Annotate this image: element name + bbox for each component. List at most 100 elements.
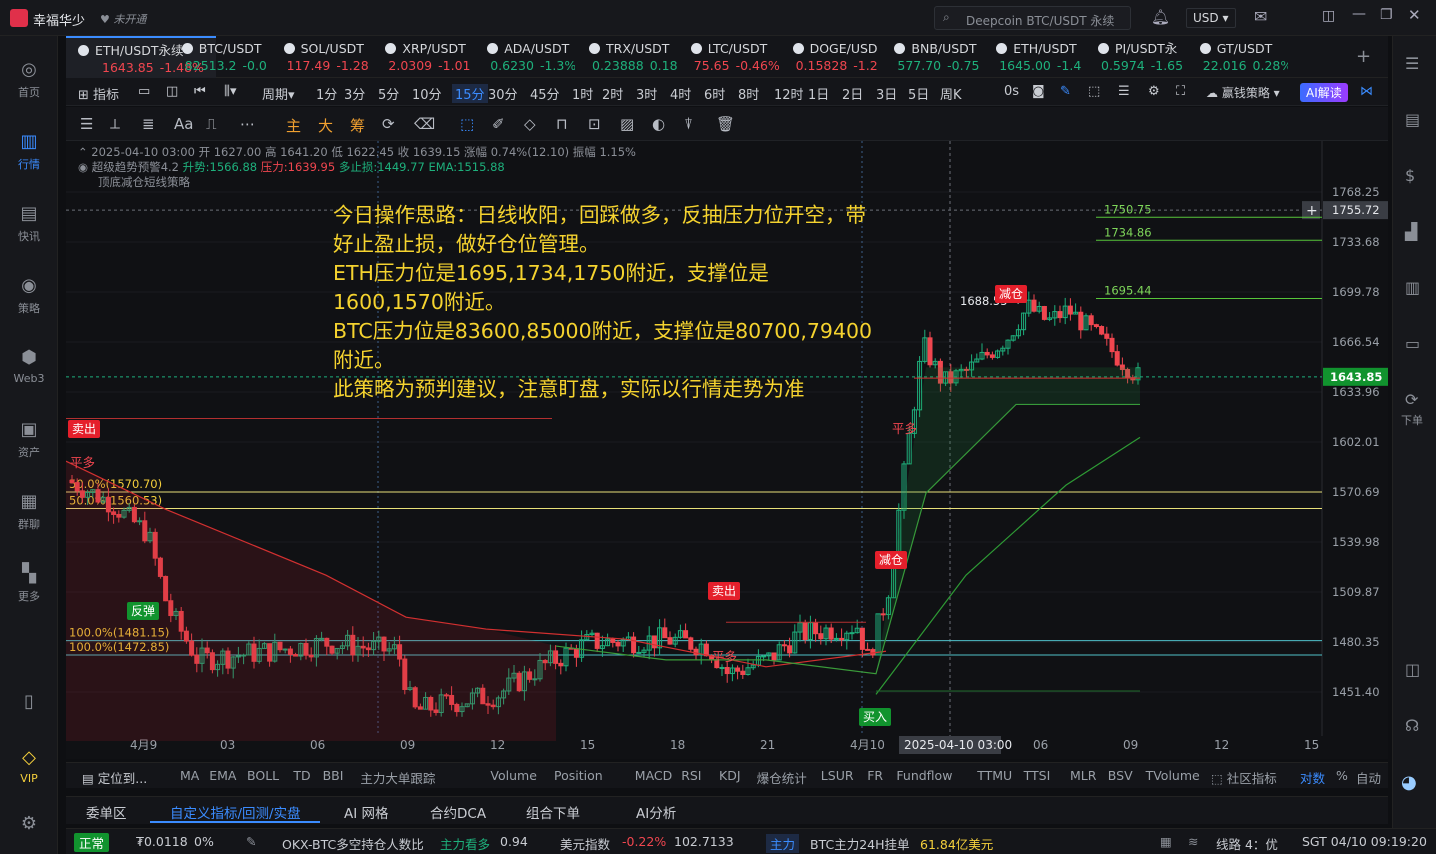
sidebar-item-strategy[interactable]: ◉ 策略 [0, 276, 58, 316]
indicator-14[interactable]: Fundflow [896, 768, 952, 783]
indicator-5[interactable]: 主力大单跟踪 [360, 768, 435, 787]
percent-toggle[interactable]: % [1336, 768, 1348, 783]
add-tab-icon[interactable]: + [1356, 46, 1371, 67]
pencil-icon[interactable]: ✎ [1060, 84, 1071, 99]
indicator-8[interactable]: MACD [635, 768, 672, 783]
indicator-6[interactable]: Volume [490, 768, 537, 783]
chips-button[interactable]: 筹 [350, 115, 365, 136]
indicator-12[interactable]: LSUR [821, 768, 854, 783]
cycle-icon[interactable]: ⟳ [382, 115, 395, 133]
tab-bnbusdt[interactable]: BNB/USDT 577.70 -0.75 [882, 36, 982, 78]
filter-icon[interactable]: ⍒ [684, 115, 693, 133]
template-icon[interactable]: ▨ [620, 115, 634, 133]
tab-adausdt[interactable]: ADA/USDT 0.6230 -1.3% [475, 36, 575, 78]
interval-5[interactable]: 30分 [488, 84, 518, 103]
list-icon[interactable]: ☰ [1405, 54, 1419, 73]
hide-icon[interactable]: ◐ [652, 115, 665, 133]
community-indicator[interactable]: ⬚ 社区指标 [1211, 768, 1277, 787]
list-icon[interactable]: ☰ [1118, 84, 1130, 99]
interval-8[interactable]: 2时 [602, 84, 623, 103]
tab-trxusdt[interactable]: TRX/USDT 0.23888 0.18 [577, 36, 677, 78]
tab-ethusdt[interactable]: ETH/USDT 1645.00 -1.4 [984, 36, 1084, 78]
order-label[interactable]: 下单 [1401, 412, 1423, 428]
order-icon[interactable]: ⟳ [1405, 390, 1418, 409]
eye-icon[interactable]: ◉ [78, 160, 92, 174]
magnet-icon[interactable]: ⊓ [556, 115, 568, 133]
brush-icon[interactable]: ✐ [492, 115, 505, 133]
big-order-button[interactable]: 大 [318, 115, 333, 136]
lock-icon[interactable]: ⊡ [588, 115, 601, 133]
main-force-button[interactable]: 主 [286, 115, 301, 136]
assistant-icon[interactable]: ◕ [1401, 772, 1417, 793]
indicator-0[interactable]: MA [180, 768, 199, 783]
interval-13[interactable]: 12时 [774, 84, 804, 103]
candle-type-icon[interactable]: ⫼▾ [224, 84, 237, 99]
bell-icon[interactable]: 🔔︎ [1151, 8, 1170, 26]
search-input[interactable]: Deepcoin BTC/USDT 永续 [966, 12, 1114, 29]
camera-icon[interactable]: ◙ [1032, 84, 1045, 99]
interval-2[interactable]: 5分 [378, 84, 399, 103]
interval-3[interactable]: 10分 [412, 84, 442, 103]
interval-12[interactable]: 8时 [738, 84, 759, 103]
sidebar-settings[interactable]: ⚙ [0, 814, 58, 838]
indicator-9[interactable]: RSI [681, 768, 701, 783]
compare-icon[interactable]: ◫ [166, 84, 178, 99]
edit-icon[interactable]: ✎ [246, 834, 256, 849]
ruler-tool-icon[interactable]: ⎍ [206, 115, 217, 133]
indicator-10[interactable]: KDJ [719, 768, 741, 783]
bottom-tab-0[interactable]: 委单区 [86, 802, 127, 822]
trash-icon[interactable]: 🗑︎ [716, 115, 735, 133]
interval-16[interactable]: 3日 [876, 84, 897, 103]
tab-solusdt[interactable]: SOL/USDT 117.49 -1.28 [272, 36, 372, 78]
mail-icon[interactable]: ✉ [1254, 7, 1267, 26]
avatar[interactable] [10, 9, 28, 27]
bottom-tab-1[interactable]: 自定义指标/回测/实盘 [170, 802, 301, 822]
share-icon[interactable]: ⋈ [1360, 84, 1373, 99]
tab-xrpusdt[interactable]: XRP/USDT 2.0309 -1.01 [373, 36, 473, 78]
sidebar-item-assets[interactable]: ▣ 资产 [0, 420, 58, 460]
minimize-icon[interactable]: — [1352, 6, 1366, 22]
link-icon[interactable]: ⬚ [1088, 84, 1100, 99]
fullscreen-icon[interactable]: ⛶ [1176, 84, 1185, 99]
interval-9[interactable]: 3时 [636, 84, 657, 103]
indicator-16[interactable]: TTSI [1024, 768, 1051, 783]
indicator-3[interactable]: TD [293, 768, 310, 783]
sidebar-item-web3[interactable]: ⬢ Web3 [0, 348, 58, 386]
indicator-7[interactable]: Position [554, 768, 603, 783]
tab-btcusdt[interactable]: BTC/USDT 82513.2 -0.0 [170, 36, 270, 78]
select-icon[interactable]: ⬚ [460, 115, 474, 133]
tab-ltcusdt[interactable]: LTC/USDT 75.65 -0.46% [679, 36, 779, 78]
sidebar-item-news[interactable]: ▤ 快讯 [0, 204, 58, 244]
sidebar-item-more[interactable]: ▚ 更多 [0, 564, 58, 604]
interval-17[interactable]: 5日 [908, 84, 929, 103]
etf-icon[interactable]: ▭ [1405, 334, 1420, 353]
fib-tool-icon[interactable]: ≣ [142, 115, 155, 133]
layout-icon[interactable]: ◫ [1322, 8, 1335, 24]
sidebar-item-vip[interactable]: ◇ VIP [0, 748, 58, 786]
interval-0[interactable]: 1分 [316, 84, 337, 103]
gear-icon[interactable]: ⚙ [1148, 84, 1160, 99]
interval-10[interactable]: 4时 [670, 84, 691, 103]
text-tool-icon[interactable]: Aa [174, 115, 193, 133]
auto-toggle[interactable]: 自动 [1356, 768, 1381, 787]
menu-icon[interactable]: ☰ [80, 115, 93, 133]
interval-11[interactable]: 6时 [704, 84, 725, 103]
interval-14[interactable]: 1日 [808, 84, 829, 103]
earn-strategy-button[interactable]: ☁ 赢钱策略 ▾ [1206, 84, 1280, 101]
eraser-icon[interactable]: ◇ [524, 115, 536, 133]
sidebar-item-market[interactable]: ▥ 行情 [0, 132, 58, 172]
interval-6[interactable]: 45分 [530, 84, 560, 103]
indicator-19[interactable]: TVolume [1146, 768, 1200, 783]
interval-1[interactable]: 3分 [344, 84, 365, 103]
erase-tool-icon[interactable]: ⌫ [414, 115, 435, 133]
tab-gtusdt[interactable]: GT/USDT 22.016 0.28% [1188, 36, 1288, 78]
calc-icon[interactable]: ▦ [1160, 834, 1172, 849]
indicator-2[interactable]: BOLL [247, 768, 279, 783]
interval-4[interactable]: 15分 [452, 84, 488, 103]
sidebar-phone[interactable]: ▯ [0, 692, 58, 716]
tab-piusdt[interactable]: PI/USDT永 0.5974 -1.65 [1086, 36, 1186, 78]
bottom-tab-3[interactable]: 合约DCA [430, 802, 486, 822]
locate-button[interactable]: ▤ 定位到... [82, 768, 147, 787]
doc-icon[interactable]: ▤ [1405, 110, 1420, 129]
dollar-icon[interactable]: $ [1405, 166, 1415, 185]
